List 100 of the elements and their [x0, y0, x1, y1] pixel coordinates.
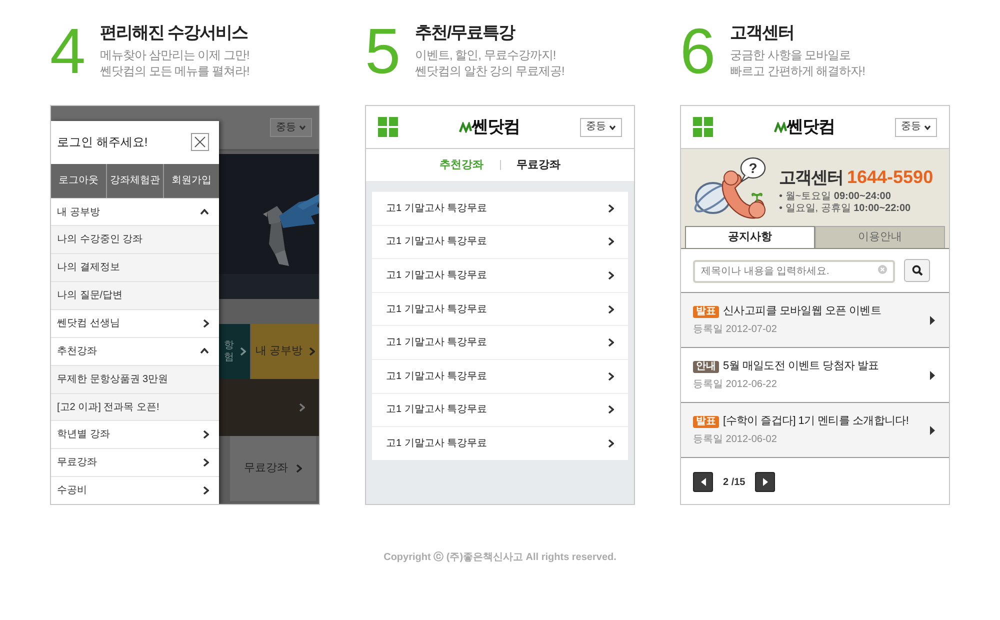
menu-item[interactable]: 추천강좌: [51, 336, 219, 365]
next-page-button[interactable]: [755, 472, 776, 492]
triangle-right-icon: [930, 370, 935, 380]
logo-text: 쎈닷컴: [472, 116, 520, 138]
lecture-title: 고1 기말고사 특강무료: [386, 336, 488, 350]
chevron-right-icon: [299, 403, 305, 412]
lecture-title: 고1 기말고사 특강무료: [386, 235, 488, 250]
notice-item[interactable]: 발표 신사고피클 모바일웹 오픈 이벤트 등록일 2012-07-02: [681, 293, 949, 348]
previous-page-button[interactable]: [693, 472, 713, 492]
menu-button[interactable]: 강좌체험관: [106, 164, 163, 198]
grade-select[interactable]: 중등: [270, 118, 312, 137]
lecture-item[interactable]: 고1 기말고사 특강무료: [372, 325, 628, 359]
menu-item-label: 학년별 강좌: [57, 428, 110, 442]
menu-item[interactable]: 학년별 강좌: [51, 420, 219, 448]
menu-item-label: 수공비: [57, 484, 87, 498]
menu-item[interactable]: 내 공부방: [51, 198, 219, 226]
step-number: 6: [680, 22, 717, 80]
opening-hours: • 월~토요일 09:00~24:00: [779, 191, 892, 204]
triangle-right-icon: [762, 478, 768, 486]
lecture-item[interactable]: 고1 기말고사 특강무료: [372, 358, 628, 393]
grade-select[interactable]: 중등: [580, 118, 622, 136]
phone-number: 1644-5590: [847, 166, 934, 190]
tile-label[interactable]: 항 험: [224, 340, 234, 364]
login-prompt: 로그인 해주세요!: [57, 134, 148, 152]
chevron-right-icon: [608, 304, 614, 314]
notice-date: 등록일 2012-06-22: [693, 378, 778, 392]
feature-description: 궁금한 사항을 모바일로 빠르고 간편하게 해결하자!: [730, 47, 866, 79]
notice-date: 등록일 2012-07-02: [693, 322, 778, 337]
submenu-item[interactable]: [고2 이과] 전과목 오픈!: [51, 392, 219, 420]
feature-title: 추천/무료특강: [415, 22, 516, 44]
notice-item[interactable]: 발표 [수학이 즐겁다] 1기 멘티를 소개합니다! 등록일 2012-06-02: [681, 403, 949, 458]
notice-tag: 발표: [693, 306, 719, 318]
submenu-item[interactable]: 나의 수강중인 강좌: [51, 225, 219, 254]
grade-select[interactable]: 중등: [895, 118, 937, 136]
search-button[interactable]: [904, 259, 930, 282]
feature-description: 메뉴찾아 삼만리는 이제 그만! 쎈닷컴의 모든 메뉴를 펼쳐라!: [100, 47, 250, 79]
lecture-item[interactable]: 고1 기말고사 특강무료: [372, 191, 628, 225]
menu-grid-icon[interactable]: [378, 117, 398, 137]
lecture-item[interactable]: 고1 기말고사 특강무료: [372, 426, 628, 460]
question-mark: ?: [748, 160, 758, 176]
logo-mark-icon: [774, 122, 786, 132]
lecture-item[interactable]: 고1 기말고사 특강무료: [372, 392, 628, 426]
lecture-item[interactable]: 고1 기말고사 특강무료: [372, 224, 628, 258]
triangle-right-icon: [930, 316, 935, 324]
lecture-title: 고1 기말고사 특강무료: [386, 370, 488, 384]
close-button[interactable]: [191, 133, 209, 152]
banner-title: 고객센터: [779, 167, 843, 190]
logo-text: 쎈닷컴: [786, 116, 834, 138]
lecture-title: 고1 기말고사 특강무료: [386, 268, 488, 283]
caret-icon: [924, 124, 931, 130]
page-indicator: 2 /15: [723, 476, 746, 490]
notice-title: 5월 매일도전 이벤트 당첨자 발표: [723, 359, 879, 374]
lecture-item[interactable]: 고1 기말고사 특강무료: [372, 258, 628, 292]
speech-bubble-icon: [740, 157, 766, 182]
chevron-right-icon: [308, 347, 315, 356]
chevron-right-icon: [608, 372, 614, 381]
notice-date: 등록일 2012-06-02: [693, 432, 778, 447]
opening-hours: • 일요일, 공휴일 10:00~22:00: [779, 203, 912, 216]
lecture-title: 고1 기말고사 특강무료: [386, 302, 488, 317]
logo-mark-icon: [458, 122, 472, 132]
step-number: 5: [365, 22, 402, 80]
close-icon: [194, 136, 206, 148]
chevron-right-icon: [296, 464, 302, 473]
submenu-item[interactable]: 나의 질문/답변: [51, 281, 219, 310]
notice-tag: 안내: [693, 360, 719, 372]
feature-description: 이벤트, 할인, 무료수강까지! 쎈닷컴의 알찬 강의 무료제공!: [415, 47, 564, 79]
menu-item[interactable]: 쎈닷컴 선생님: [51, 309, 219, 337]
submenu-item[interactable]: 나의 결제정보: [51, 253, 219, 282]
tab[interactable]: 무료강좌: [516, 156, 560, 174]
caret-icon: [609, 124, 616, 130]
notice-title: [수학이 즐겁다] 1기 멘티를 소개합니다!: [723, 414, 909, 430]
feature-title: 고객센터: [730, 22, 795, 44]
menu-grid-icon[interactable]: [693, 117, 713, 137]
menu-item-label: 쎈닷컴 선생님: [57, 316, 120, 331]
step-number: 4: [50, 22, 87, 80]
search-icon: [912, 265, 922, 276]
menu-item-label: 추천강좌: [57, 344, 97, 359]
triangle-left-icon: [700, 478, 706, 486]
menu-item-label: 내 공부방: [57, 206, 100, 220]
submenu-item[interactable]: 무제한 문항상품권 3만원: [51, 364, 219, 393]
chevron-right-icon: [608, 204, 614, 213]
chevron-right-icon: [608, 338, 614, 348]
chevron-right-icon: [608, 438, 614, 448]
menu-item[interactable]: 수공비: [51, 476, 219, 504]
search-field[interactable]: 제목이나 내용을 입력하세요.: [693, 260, 895, 283]
notice-title: 신사고피클 모바일웹 오픈 이벤트: [723, 304, 882, 320]
chevron-right-icon: [608, 270, 614, 280]
chevron-right-icon: [240, 347, 246, 356]
triangle-right-icon: [930, 426, 935, 434]
notice-tag: 발표: [693, 416, 719, 428]
menu-item[interactable]: 무료강좌: [51, 448, 219, 476]
chevron-right-icon: [608, 405, 614, 414]
lecture-title: 고1 기말고사 특강무료: [386, 436, 488, 451]
lecture-title: 고1 기말고사 특강무료: [386, 202, 488, 216]
chevron-right-icon: [608, 237, 614, 246]
lecture-title: 고1 기말고사 특강무료: [386, 403, 488, 418]
copyright-text: Copyright ⓒ (주)좋은책신사고 All rights reserved.: [382, 551, 618, 564]
lecture-item[interactable]: 고1 기말고사 특강무료: [372, 292, 628, 326]
caret-icon: [299, 125, 306, 130]
tab[interactable]: 공지사항: [685, 226, 815, 248]
